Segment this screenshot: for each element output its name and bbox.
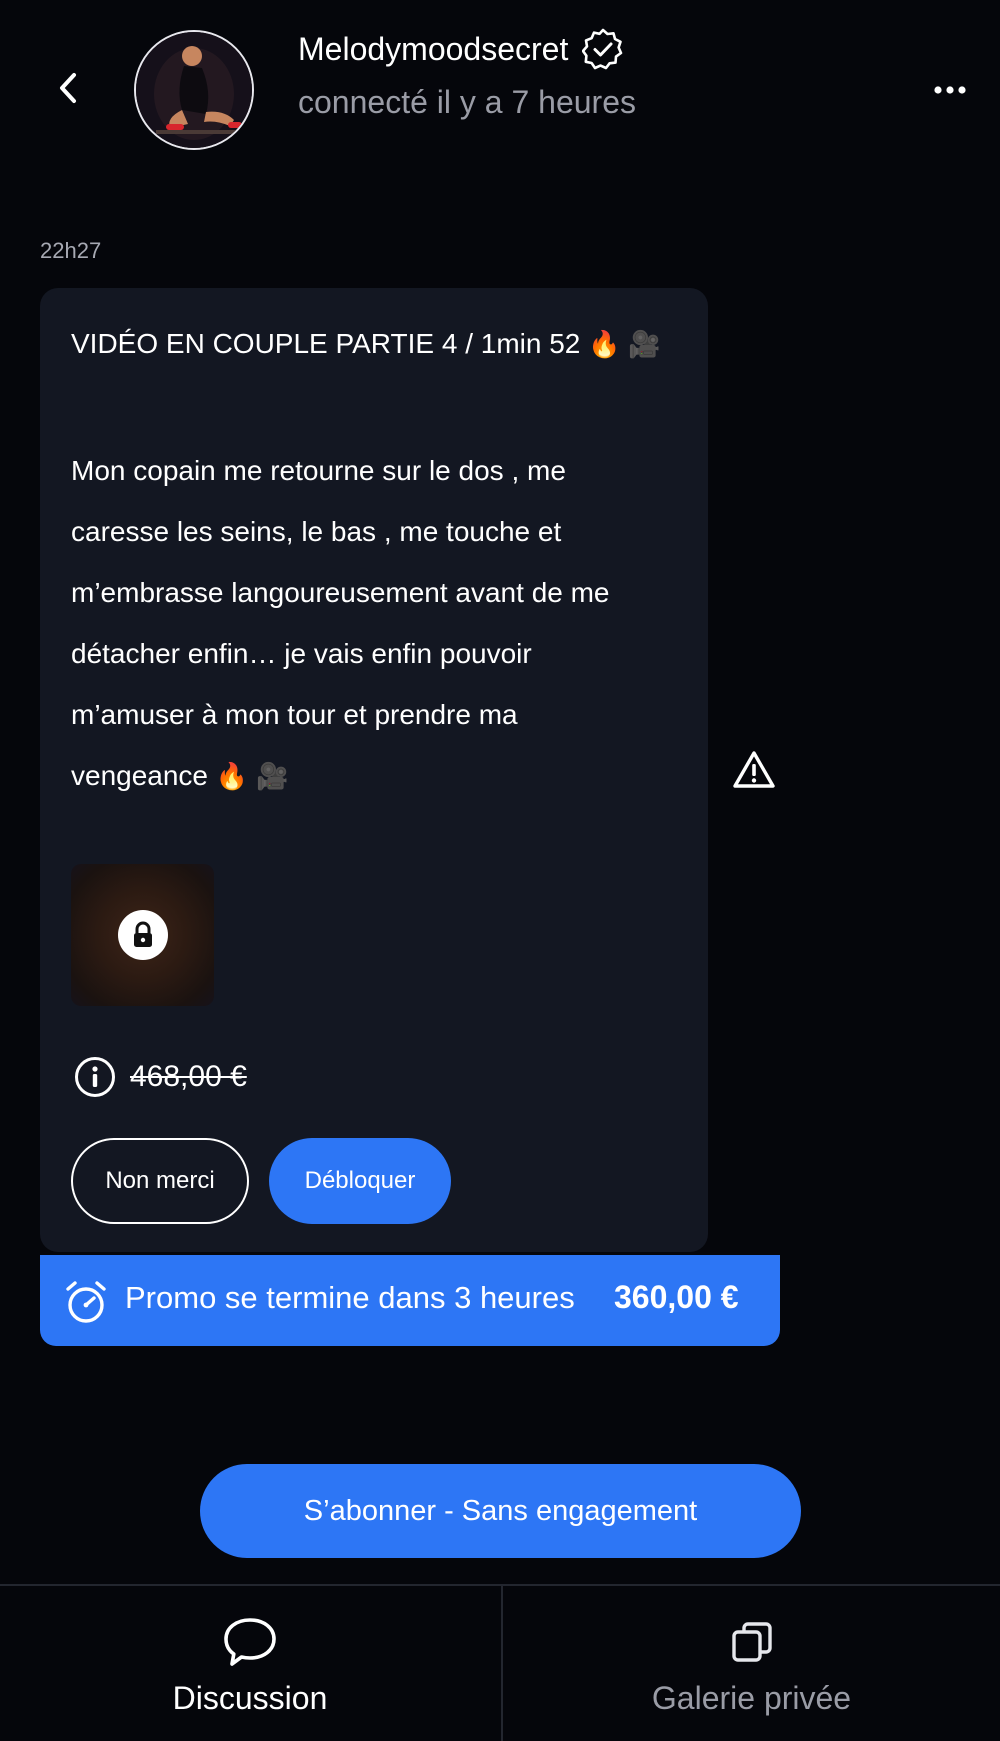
message-line: vengeance	[71, 760, 209, 791]
camera-emoji: 🎥	[255, 761, 289, 791]
message-line: détacher enfin… je vais enfin pouvoir	[71, 638, 532, 669]
tab-gallery-label: Galerie privée	[651, 1680, 852, 1716]
lock-badge	[117, 910, 168, 960]
fire-emoji: 🔥	[588, 329, 621, 359]
warning-icon	[733, 751, 775, 788]
chat-bubble-icon	[224, 1618, 276, 1666]
tab-discussion[interactable]: Discussion	[0, 1586, 500, 1741]
report-button[interactable]	[730, 746, 778, 794]
original-price: 468,00 €	[130, 1060, 247, 1093]
avatar[interactable]	[134, 30, 254, 150]
message-last-line: vengeance 🔥 🎥	[71, 745, 671, 807]
gallery-copy-icon	[731, 1622, 772, 1662]
username-row[interactable]: Melodymoodsecret	[298, 28, 624, 70]
tab-gallery[interactable]: Galerie privée	[503, 1586, 1000, 1741]
info-icon[interactable]	[74, 1056, 116, 1098]
avatar-image	[136, 32, 252, 148]
lock-icon	[133, 921, 152, 947]
username: Melodymoodsecret	[298, 30, 569, 67]
timer-icon	[66, 1281, 106, 1323]
verified-badge-icon	[582, 28, 623, 70]
chevron-left-icon	[60, 73, 76, 103]
locked-media-thumbnail[interactable]	[71, 864, 214, 1006]
tab-gallery-icon-wrap	[730, 1614, 774, 1670]
message-line: m’embrasse langoureusement avant de me	[71, 577, 610, 608]
message-timestamp: 22h27	[40, 238, 102, 263]
camera-emoji: 🎥	[628, 329, 661, 359]
decline-button[interactable]: Non merci	[71, 1138, 249, 1224]
subscribe-button[interactable]: S’abonner - Sans engagement	[200, 1464, 801, 1558]
message-title-text: VIDÉO EN COUPLE PARTIE 4 / 1min 52	[71, 328, 581, 359]
tab-discussion-icon-wrap	[222, 1614, 278, 1670]
promo-price: 360,00 €	[614, 1279, 739, 1315]
message-line: m’amuser à mon tour et prendre ma	[71, 699, 518, 730]
message-body: Mon copain me retourne sur le dos , me c…	[71, 440, 671, 807]
more-options-button[interactable]	[920, 70, 980, 110]
back-button[interactable]	[40, 60, 96, 116]
message-line: Mon copain me retourne sur le dos , me	[71, 455, 566, 486]
unlock-button[interactable]: Débloquer	[269, 1138, 451, 1224]
more-horizontal-icon	[934, 86, 966, 94]
price-row: 468,00 €	[74, 1056, 247, 1098]
fire-emoji: 🔥	[215, 761, 249, 791]
promo-text: Promo se termine dans 3 heures	[125, 1280, 575, 1315]
tab-discussion-label: Discussion	[172, 1680, 328, 1716]
message-title: VIDÉO EN COUPLE PARTIE 4 / 1min 52 🔥 🎥	[71, 328, 661, 360]
message-line: caresse les seins, le bas , me touche et	[71, 516, 562, 547]
online-status: connecté il y a 7 heures	[298, 84, 636, 120]
